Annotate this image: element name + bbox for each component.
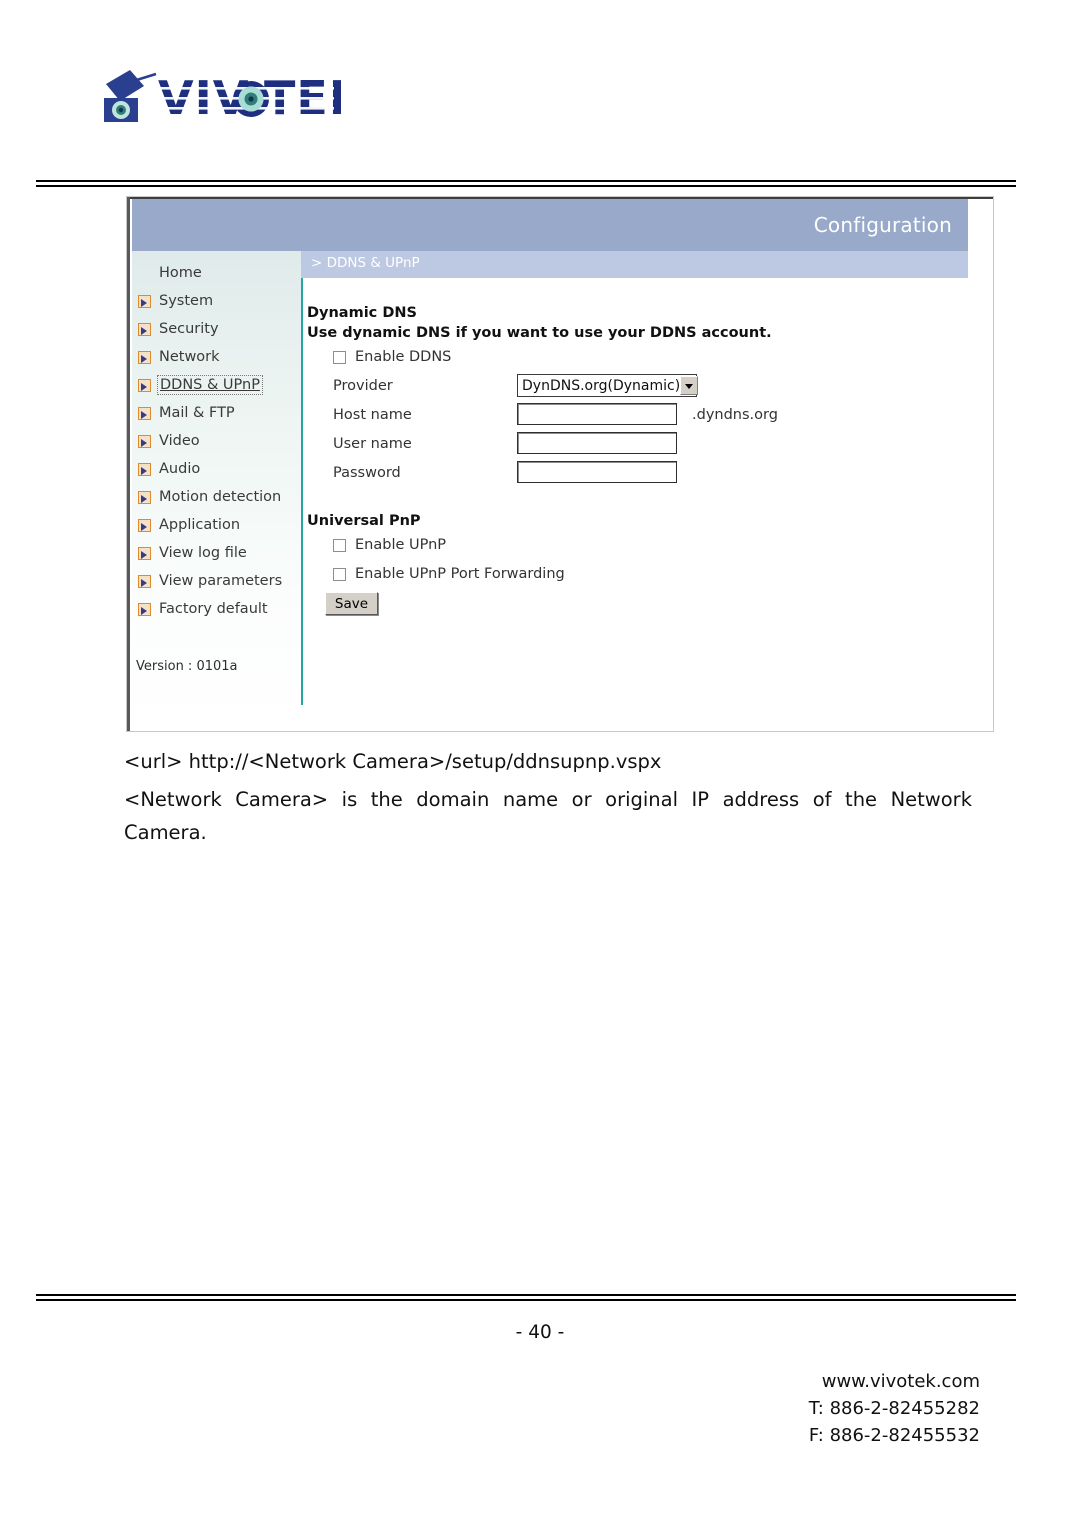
config-content: Dynamic DNS Use dynamic DNS if you want … (307, 281, 967, 711)
host-name-suffix: .dyndns.org (692, 407, 778, 423)
sidebar-item-video[interactable]: Video (138, 427, 302, 455)
sidebar-item-label: System (159, 293, 214, 309)
sidebar-item-label: Video (159, 433, 200, 449)
chevron-down-icon[interactable] (680, 376, 699, 395)
breadcrumb: > DDNS & UPnP (311, 255, 420, 271)
arrow-icon (138, 490, 151, 504)
header-rule (36, 180, 1016, 187)
sidebar-item-audio[interactable]: Audio (138, 455, 302, 483)
sidebar-item-view-parameters[interactable]: View parameters (138, 567, 302, 595)
provider-label: Provider (333, 378, 393, 394)
arrow-icon (138, 462, 151, 476)
sidebar-item-ddns-upnp[interactable]: DDNS & UPnP (138, 371, 302, 399)
breadcrumb-bar: > DDNS & UPnP (301, 251, 968, 278)
enable-ddns-label: Enable DDNS (355, 349, 452, 365)
host-name-label: Host name (333, 407, 412, 423)
arrow-icon (138, 546, 151, 560)
password-label: Password (333, 465, 401, 481)
arrow-icon (138, 294, 151, 308)
sidebar-nav: Home System Security Network DDNS & UPnP (132, 251, 301, 731)
enable-upnp-port-forwarding-checkbox[interactable] (333, 567, 346, 581)
provider-selected-value: DynDNS.org(Dynamic) (522, 377, 681, 394)
sidebar-item-system[interactable]: System (138, 287, 302, 315)
user-name-value (518, 433, 676, 453)
description-paragraph: <Network Camera> is the domain name or o… (124, 788, 972, 844)
sidebar-item-network[interactable]: Network (138, 343, 302, 371)
enable-upnp-row[interactable]: Enable UPnP (333, 537, 446, 553)
arrow-icon (138, 518, 151, 532)
document-page: VIV TEK Configur (0, 0, 1080, 1528)
sidebar-item-home[interactable]: Home (138, 259, 302, 287)
provider-select[interactable]: DynDNS.org(Dynamic) (517, 374, 699, 397)
dynamic-dns-heading: Dynamic DNS (307, 305, 417, 321)
sidebar-item-label: Home (159, 265, 202, 281)
user-name-label: User name (333, 436, 412, 452)
password-value (518, 462, 676, 482)
sidebar-item-factory-default[interactable]: Factory default (138, 595, 302, 623)
sidebar-item-security[interactable]: Security (138, 315, 302, 343)
footer-rule (36, 1294, 1016, 1301)
host-name-input[interactable] (517, 403, 677, 425)
sidebar-divider (301, 278, 303, 705)
config-header-bar: Configuration (132, 199, 968, 251)
footer-contact: www.vivotek.com T: 886-2-82455282 F: 886… (809, 1368, 980, 1449)
footer-phone: T: 886-2-82455282 (808, 1398, 980, 1419)
sidebar-item-label: View log file (159, 545, 247, 561)
sidebar-item-motion-detection[interactable]: Motion detection (138, 483, 302, 511)
panel-left-edge (127, 197, 130, 731)
sidebar-item-label: DDNS & UPnP (157, 375, 263, 395)
sidebar-item-mail-ftp[interactable]: Mail & FTP (138, 399, 302, 427)
user-name-input[interactable] (517, 432, 677, 454)
arrow-icon (138, 434, 151, 448)
sidebar-item-label: Network (159, 349, 220, 365)
universal-pnp-heading: Universal PnP (307, 513, 421, 529)
footer-fax: F: 886-2-82455532 (808, 1425, 980, 1446)
camera-config-screenshot: Configuration > DDNS & UPnP Home System (126, 196, 994, 732)
firmware-version: Version : 0101a (136, 659, 238, 674)
arrow-icon (138, 378, 151, 392)
footer-website: www.vivotek.com (821, 1371, 980, 1392)
arrow-icon (138, 322, 151, 336)
enable-upnp-checkbox[interactable] (333, 538, 346, 552)
blank-icon (138, 267, 151, 280)
sidebar-item-application[interactable]: Application (138, 511, 302, 539)
vivotek-logo: VIV TEK (96, 58, 366, 130)
page-number: - 40 - (515, 1322, 565, 1343)
enable-upnp-label: Enable UPnP (355, 537, 447, 553)
sidebar-item-label: Factory default (159, 601, 268, 617)
save-button[interactable]: Save (325, 592, 378, 615)
sidebar-item-view-log-file[interactable]: View log file (138, 539, 302, 567)
page-title: Configuration (813, 213, 952, 237)
arrow-icon (138, 350, 151, 364)
sidebar-item-label: View parameters (159, 573, 283, 589)
host-name-value (518, 404, 676, 424)
sidebar-item-label: Security (159, 321, 219, 337)
arrow-icon (138, 574, 151, 588)
enable-ddns-row[interactable]: Enable DDNS (333, 349, 451, 365)
sidebar-item-label: Motion detection (159, 489, 282, 505)
url-line: <url> http://<Network Camera>/setup/ddns… (124, 750, 662, 773)
sidebar-item-label: Mail & FTP (159, 405, 235, 421)
arrow-icon (138, 406, 151, 420)
enable-upnp-port-forwarding-label: Enable UPnP Port Forwarding (355, 566, 565, 582)
enable-ddns-checkbox[interactable] (333, 350, 346, 364)
sidebar-item-label: Application (159, 517, 241, 533)
arrow-icon (138, 602, 151, 616)
sidebar-item-label: Audio (159, 461, 201, 477)
dynamic-dns-subheading: Use dynamic DNS if you want to use your … (307, 325, 772, 341)
password-input[interactable] (517, 461, 677, 483)
enable-upnp-port-forwarding-row[interactable]: Enable UPnP Port Forwarding (333, 566, 565, 582)
